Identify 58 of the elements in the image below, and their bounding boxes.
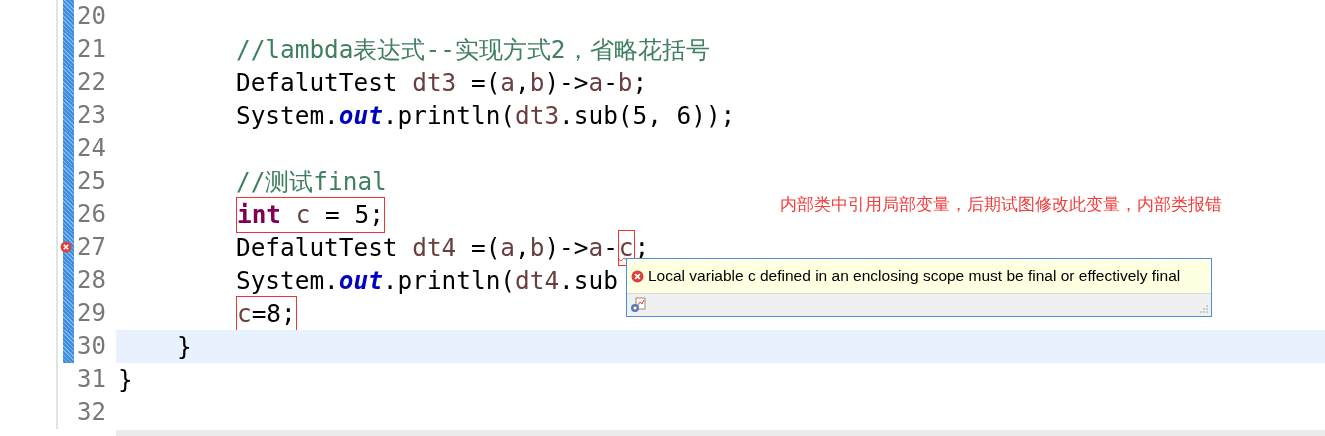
code-text: System. [236, 101, 339, 130]
code-text: )-> [544, 68, 589, 97]
code-variable: a [500, 233, 516, 262]
code-variable: a [588, 68, 604, 97]
code-text: - [603, 233, 618, 262]
code-text: System. [236, 266, 339, 295]
code-text: DefalutTest [236, 233, 398, 262]
code-text: , [515, 68, 530, 97]
line-number: 22 [76, 67, 107, 98]
code-text: } [118, 365, 133, 394]
code-variable: b [617, 68, 633, 97]
code-variable: c [294, 200, 311, 229]
code-variable: a [588, 233, 604, 262]
quick-fix-icon[interactable] [630, 297, 646, 313]
code-text: .sub(5, 6)); [559, 101, 736, 130]
code-text: =( [469, 68, 501, 97]
line-number: 21 [76, 34, 107, 65]
line-number: 31 [76, 364, 107, 395]
line-number: 27 [76, 232, 107, 263]
code-variable: dt4 [515, 266, 560, 295]
error-message: Local variable c defined in an enclosing scope must be final or effectively final [648, 267, 1181, 285]
resize-grip-icon[interactable] [1200, 305, 1208, 313]
error-icon [631, 269, 644, 283]
annotation-text: 内部类中引用局部变量，后期试图修改此变量，内部类报错 [780, 193, 1222, 216]
line-number: 32 [76, 397, 107, 428]
code-text: =8; [251, 299, 296, 328]
line-number: 30 [76, 331, 107, 362]
code-variable: a [500, 68, 516, 97]
code-comment: //测试final [236, 167, 387, 196]
code-text: .println( [382, 101, 516, 130]
line-number: 28 [76, 265, 107, 296]
line-number: 24 [76, 133, 107, 164]
code-variable: dt3 [411, 68, 457, 97]
code-variable: c [237, 299, 252, 328]
code-variable: b [529, 233, 545, 262]
line-number: 23 [76, 100, 107, 131]
code-keyword: int [237, 200, 282, 229]
code-error-text: c [618, 233, 634, 262]
code-variable: b [529, 68, 545, 97]
code-comment: //lambda表达式--实现方式2，省略花括号 [236, 35, 710, 64]
code-text: .sub [559, 266, 618, 295]
line-number: 26 [76, 199, 107, 230]
line-number: 20 [76, 1, 107, 32]
code-text: = 5; [324, 200, 384, 229]
code-text: .println( [382, 266, 516, 295]
code-field: out [338, 266, 383, 295]
code-text: DefalutTest [236, 68, 398, 97]
line-number: 25 [76, 166, 107, 197]
code-variable: dt3 [515, 101, 560, 130]
line-number: 29 [76, 298, 107, 329]
code-text: - [603, 68, 618, 97]
code-text: , [515, 233, 530, 262]
code-variable: dt4 [411, 233, 457, 262]
code-text: ; [632, 68, 648, 97]
code-text: )-> [544, 233, 589, 262]
code-text: =( [469, 233, 501, 262]
code-text: } [177, 332, 192, 361]
code-field: out [338, 101, 383, 130]
